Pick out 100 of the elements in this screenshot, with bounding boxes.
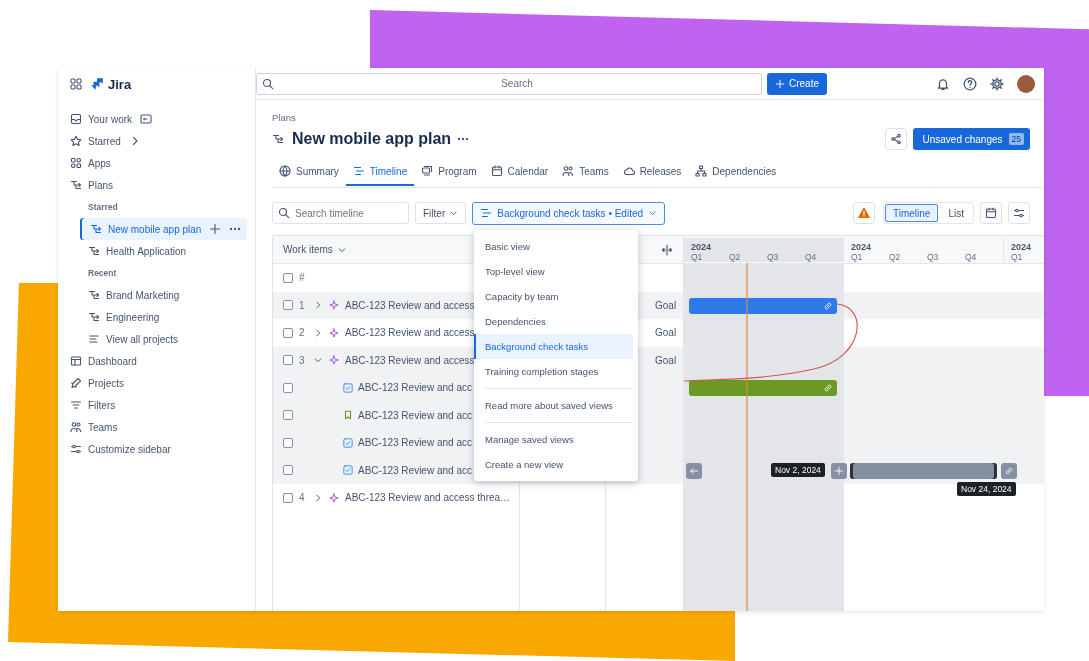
lightning-icon — [329, 327, 339, 338]
quarter-label: Q1 — [691, 251, 704, 262]
plus-icon[interactable] — [209, 223, 222, 235]
year-label: 2024 — [691, 241, 713, 252]
star-icon — [70, 135, 82, 147]
stack-icon — [421, 165, 434, 177]
checkbox[interactable] — [283, 327, 293, 338]
globe-icon — [279, 165, 291, 177]
sidebar-item[interactable]: Customize sidebar — [68, 438, 247, 460]
cloud-icon — [622, 165, 635, 177]
expand-chevron-icon[interactable] — [313, 327, 323, 338]
expand-columns-icon[interactable] — [661, 243, 673, 256]
menu-item[interactable]: Manage saved views — [474, 427, 638, 452]
link-icon — [823, 383, 833, 393]
sidebar-item[interactable]: Projects — [68, 372, 247, 394]
page-title: New mobile app plan — [292, 130, 452, 148]
tab[interactable]: Program — [414, 158, 484, 186]
warning-button[interactable] — [853, 202, 875, 224]
sidebar-item[interactable]: Filters — [68, 394, 247, 416]
menu-item[interactable]: Read more about saved views — [474, 393, 638, 418]
work-item-title[interactable]: ABC-123 Review and access — [345, 327, 475, 339]
sidebar-item[interactable]: Engineering — [68, 306, 247, 328]
work-item-title[interactable]: ABC-123 Review and acc — [358, 464, 472, 476]
settings-icon[interactable] — [990, 76, 1004, 91]
app-grid-icon[interactable] — [70, 78, 82, 90]
work-item-title[interactable]: ABC-123 Review and access — [345, 299, 475, 311]
link-icon — [1004, 465, 1014, 476]
sidebar-item[interactable]: Brand Marketing — [68, 284, 247, 306]
work-item-title[interactable]: ABC-123 Review and acc — [358, 382, 472, 394]
menu-item[interactable]: Capacity by team — [474, 284, 638, 309]
tab[interactable]: Dependencies — [688, 158, 784, 186]
search-icon — [262, 77, 274, 90]
column-header[interactable]: Work items — [283, 244, 347, 255]
create-button[interactable]: Create — [767, 72, 827, 95]
checkbox[interactable] — [283, 300, 293, 311]
unsaved-changes-button[interactable]: Unsaved changes 25 — [913, 128, 1030, 150]
sidebar-item[interactable]: Apps — [68, 152, 247, 174]
quarter-label: Q4 — [805, 251, 818, 262]
link-button[interactable] — [1001, 462, 1017, 479]
calendar-icon — [490, 165, 503, 177]
checkbox[interactable] — [283, 465, 293, 476]
sidebar-item[interactable]: Plans — [68, 174, 247, 196]
work-item-title[interactable]: ABC-123 Review and acc — [358, 409, 472, 421]
checkbox[interactable] — [283, 437, 293, 448]
checkbox[interactable] — [283, 382, 293, 393]
help-icon[interactable] — [963, 76, 977, 91]
expand-chevron-icon[interactable] — [313, 300, 323, 311]
tab[interactable]: Releases — [615, 158, 689, 186]
timeline-bar[interactable] — [850, 462, 997, 479]
checkbox-task-icon — [343, 437, 353, 448]
sidebar-item[interactable]: Teams — [68, 416, 247, 438]
calendar-button[interactable] — [980, 202, 1002, 224]
sidebar-item[interactable]: Dashboard — [68, 350, 247, 372]
menu-item[interactable]: Top-level view — [474, 259, 638, 284]
sidebar-item[interactable]: Starred — [68, 130, 247, 152]
search-field[interactable]: Search — [256, 72, 762, 95]
breadcrumb-link[interactable]: Plans — [272, 112, 1030, 124]
sidebar-item[interactable]: Your work — [68, 108, 247, 130]
work-item-title[interactable]: ABC-123 Review and access — [345, 354, 475, 366]
tray-icon — [70, 113, 82, 125]
rocket-icon — [70, 377, 82, 389]
filter-button[interactable]: Filter — [415, 202, 467, 224]
search-field[interactable]: Search timeline — [272, 202, 409, 224]
work-item-title[interactable]: ABC-123 Review and acc — [358, 437, 472, 449]
expand-chevron-icon[interactable] — [313, 492, 323, 503]
sidebar-item[interactable]: View all projects — [68, 328, 247, 350]
checkbox[interactable] — [283, 492, 293, 503]
view-select[interactable]: Background check tasks • Edited — [472, 201, 666, 225]
row-number: 1 — [299, 299, 306, 311]
checkbox[interactable] — [283, 272, 293, 283]
work-item-title[interactable]: ABC-123 Review and access threa… — [345, 492, 511, 504]
timeline-icon — [480, 207, 493, 219]
sidebar-item[interactable]: New mobile app plan — [80, 218, 247, 240]
settings-button[interactable] — [1008, 202, 1030, 224]
tab[interactable]: Summary — [272, 158, 346, 186]
menu-item[interactable]: Training completion stages — [474, 359, 638, 384]
menu-item[interactable]: Create a new view — [474, 452, 638, 477]
toggle-option[interactable]: List — [940, 204, 972, 222]
plan-icon — [88, 311, 100, 323]
sidebar-item[interactable]: Health Application — [68, 240, 247, 262]
section-label: Starred — [87, 201, 119, 214]
tab[interactable]: Timeline — [345, 158, 415, 186]
avatar[interactable] — [1017, 74, 1035, 93]
tab[interactable]: Calendar — [483, 158, 556, 186]
arrow-left-icon — [689, 465, 699, 476]
share-button[interactable] — [885, 128, 908, 150]
checkbox[interactable] — [283, 410, 293, 421]
menu-item[interactable]: Basic view — [474, 234, 638, 259]
menu-item[interactable]: Dependencies — [474, 309, 638, 334]
tab[interactable]: Teams — [555, 158, 616, 186]
menu-item[interactable]: Background check tasks — [474, 334, 633, 359]
hierarchy-icon — [695, 165, 708, 177]
checkbox[interactable] — [283, 355, 293, 366]
row-number: 2 — [299, 327, 306, 339]
people-icon — [70, 421, 82, 433]
share-icon — [890, 133, 903, 145]
bell-icon[interactable] — [936, 76, 950, 91]
panel-icon[interactable] — [140, 113, 153, 125]
app-name: Jira — [108, 76, 132, 92]
toggle-option[interactable]: Timeline — [885, 204, 939, 222]
